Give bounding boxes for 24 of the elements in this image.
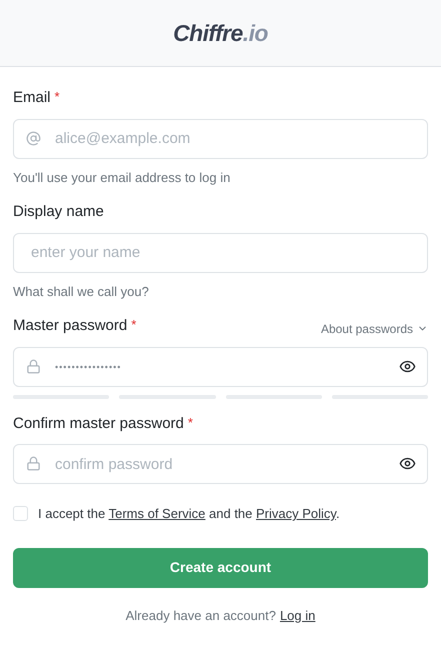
terms-link[interactable]: Terms of Service (108, 506, 206, 521)
input-field[interactable]: confirm password (13, 444, 428, 484)
lock-icon (26, 456, 41, 471)
show-password-icon[interactable] (399, 455, 416, 472)
field-label: Display name (13, 202, 104, 222)
about-passwords-toggle[interactable]: About passwords (320, 320, 428, 338)
footer-text: Already have an account? (126, 606, 276, 625)
terms-text: I accept the Terms of Service and the Privacy Policy. (38, 505, 340, 523)
required-marker: * (131, 316, 136, 334)
help-text: What shall we call you? (13, 282, 150, 301)
terms-checkbox[interactable] (13, 506, 28, 522)
help-text: You'll use your email address to log in (13, 168, 232, 187)
input-field[interactable]: enter your name (13, 232, 428, 272)
at-icon (26, 130, 41, 146)
required-marker: * (188, 414, 193, 432)
lock-icon (26, 358, 41, 374)
field-label: Email (13, 88, 51, 108)
field-label: Confirm master password (13, 414, 184, 434)
privacy-link[interactable]: Privacy Policy (256, 506, 336, 521)
field-label: Master password (13, 316, 128, 336)
login-link[interactable]: Log in (280, 606, 316, 625)
logo: Chiffre.io (173, 18, 268, 48)
input-field[interactable]: alice@example.com (13, 118, 428, 158)
required-marker: * (54, 88, 60, 106)
